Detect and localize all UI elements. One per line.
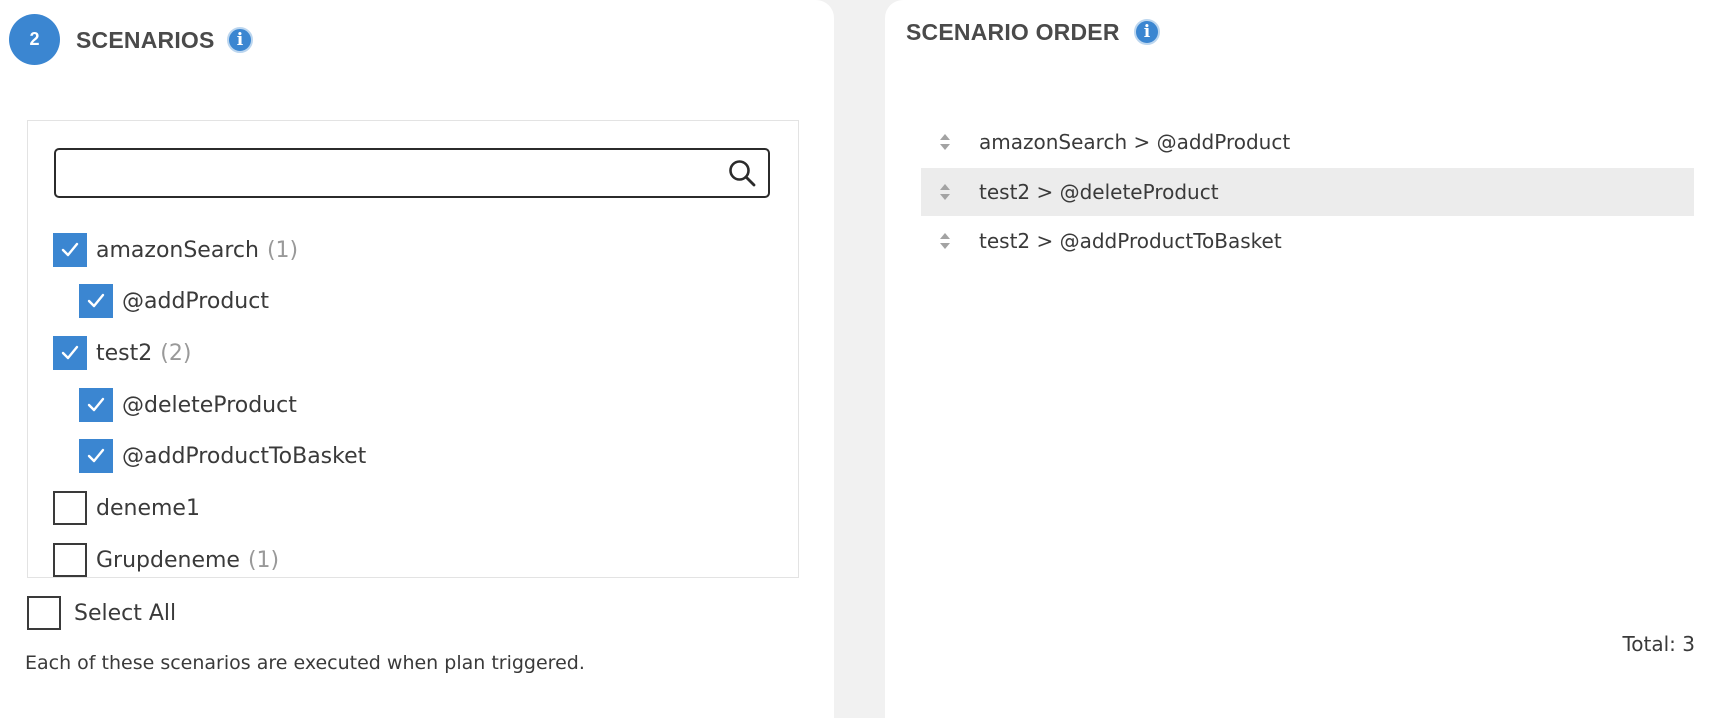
select-all[interactable]: Select All	[27, 596, 176, 630]
check-icon	[61, 242, 79, 257]
search-box	[54, 148, 770, 198]
search-input[interactable]	[66, 150, 720, 196]
check-icon	[87, 293, 105, 308]
feature-item[interactable]: test2 (2)	[53, 336, 191, 370]
item-label: test2	[96, 340, 153, 366]
search-icon[interactable]	[728, 159, 756, 191]
item-label: Grupdeneme	[96, 547, 240, 573]
checkbox[interactable]	[53, 491, 87, 525]
checkbox[interactable]	[79, 284, 113, 318]
scenarios-title: SCENARIOS	[76, 27, 215, 53]
order-item-label: test2 > @addProductToBasket	[979, 229, 1282, 253]
checkbox[interactable]	[53, 543, 87, 577]
drag-handle-icon[interactable]	[935, 132, 955, 152]
drag-handle-icon[interactable]	[935, 182, 955, 202]
item-count: (1)	[266, 237, 299, 263]
order-row[interactable]: amazonSearch > @addProduct	[921, 118, 1694, 166]
item-count: (2)	[160, 340, 192, 366]
drag-handle-icon[interactable]	[935, 231, 955, 251]
item-count: (1)	[247, 547, 280, 573]
order-row[interactable]: test2 > @deleteProduct	[921, 168, 1694, 216]
feature-item[interactable]: Grupdeneme (1)	[53, 543, 279, 577]
select-all-label: Select All	[74, 600, 177, 626]
info-icon[interactable]: i	[227, 27, 253, 53]
checkbox[interactable]	[79, 439, 113, 473]
checkbox[interactable]	[79, 388, 113, 422]
check-icon	[87, 397, 105, 412]
select-all-checkbox[interactable]	[27, 596, 61, 630]
item-label: @addProduct	[122, 288, 269, 314]
step-badge: 2	[9, 14, 60, 65]
feature-item[interactable]: deneme1	[53, 491, 200, 525]
order-item-label: amazonSearch > @addProduct	[979, 130, 1291, 154]
scenarios-panel: 2 SCENARIOS i amazonSearch (1) @addProduct…	[0, 0, 834, 718]
check-icon	[61, 345, 79, 360]
total-count: Total: 3	[1622, 632, 1695, 656]
checkbox[interactable]	[53, 336, 87, 370]
item-label: @deleteProduct	[122, 392, 297, 418]
item-label: @addProductToBasket	[122, 443, 367, 469]
scenarios-hint: Each of these scenarios are executed whe…	[25, 652, 585, 674]
order-row[interactable]: test2 > @addProductToBasket	[921, 217, 1694, 265]
info-icon[interactable]: i	[1134, 19, 1160, 45]
scenario-order-title: SCENARIO ORDER	[906, 19, 1120, 45]
scenario-item[interactable]: @addProductToBasket	[79, 439, 366, 473]
check-icon	[87, 448, 105, 463]
item-label: amazonSearch	[96, 237, 259, 263]
feature-item[interactable]: amazonSearch (1)	[53, 233, 298, 267]
checkbox[interactable]	[53, 233, 87, 267]
item-label: deneme1	[96, 495, 200, 521]
scenario-list-box: amazonSearch (1) @addProduct test2 (2) @delet…	[27, 120, 799, 578]
order-item-label: test2 > @deleteProduct	[979, 180, 1219, 204]
scenario-item[interactable]: @addProduct	[79, 284, 269, 318]
scenario-item[interactable]: @deleteProduct	[79, 388, 297, 422]
scenario-order-panel	[885, 0, 1724, 718]
